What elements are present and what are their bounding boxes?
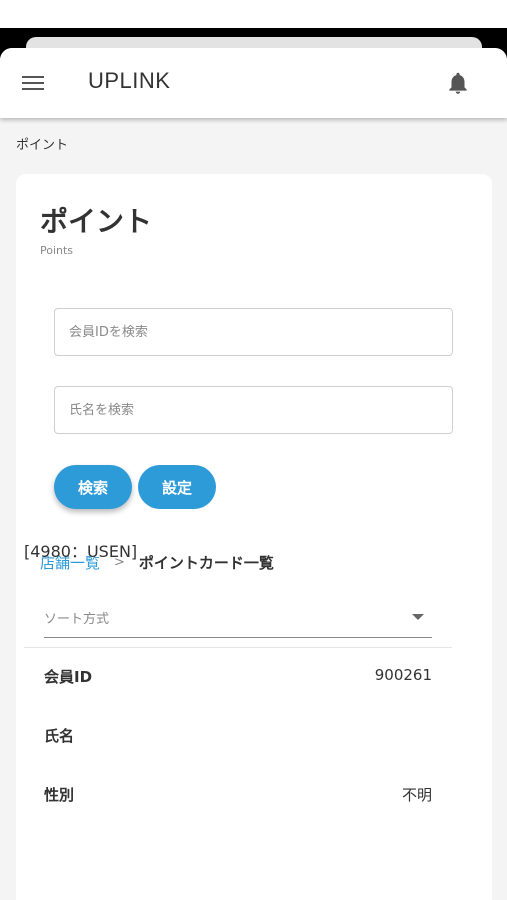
breadcrumb-current: ポイントカード一覧: [138, 554, 274, 572]
detail-label: 会員ID: [44, 668, 93, 686]
detail-value: 900261: [374, 666, 432, 684]
bell-icon[interactable]: [445, 70, 471, 96]
dropdown-arrow-icon: [412, 614, 424, 620]
detail-label: 氏名: [44, 727, 75, 745]
page-subtitle: Points: [40, 244, 74, 257]
detail-row-member-id: 会員ID 900261: [44, 666, 432, 696]
app-title: UPLINK: [88, 68, 171, 93]
store-label: [4980：USEN]: [24, 542, 138, 561]
search-button[interactable]: 検索: [54, 465, 132, 509]
detail-row-name: 氏名: [44, 725, 432, 755]
detail-row-gender: 性別 不明: [44, 784, 432, 814]
detail-label: 性別: [44, 786, 75, 804]
member-id-search-input[interactable]: [54, 308, 453, 356]
status-bar: [0, 0, 507, 28]
app-sheet: UPLINK ポイント ポイント Points 検索 設定 店舗一覧 > ポイン…: [0, 48, 507, 900]
page-breadcrumb: ポイント: [16, 138, 69, 153]
sort-select[interactable]: ソート方式: [44, 596, 432, 638]
name-search-input[interactable]: [54, 386, 453, 434]
sort-label: ソート方式: [44, 612, 110, 627]
detail-value: 不明: [401, 786, 432, 804]
app-bar: UPLINK: [0, 48, 507, 118]
page-title: ポイント: [40, 205, 153, 238]
divider: [24, 647, 452, 648]
settings-button[interactable]: 設定: [138, 465, 216, 509]
menu-icon[interactable]: [22, 72, 48, 94]
